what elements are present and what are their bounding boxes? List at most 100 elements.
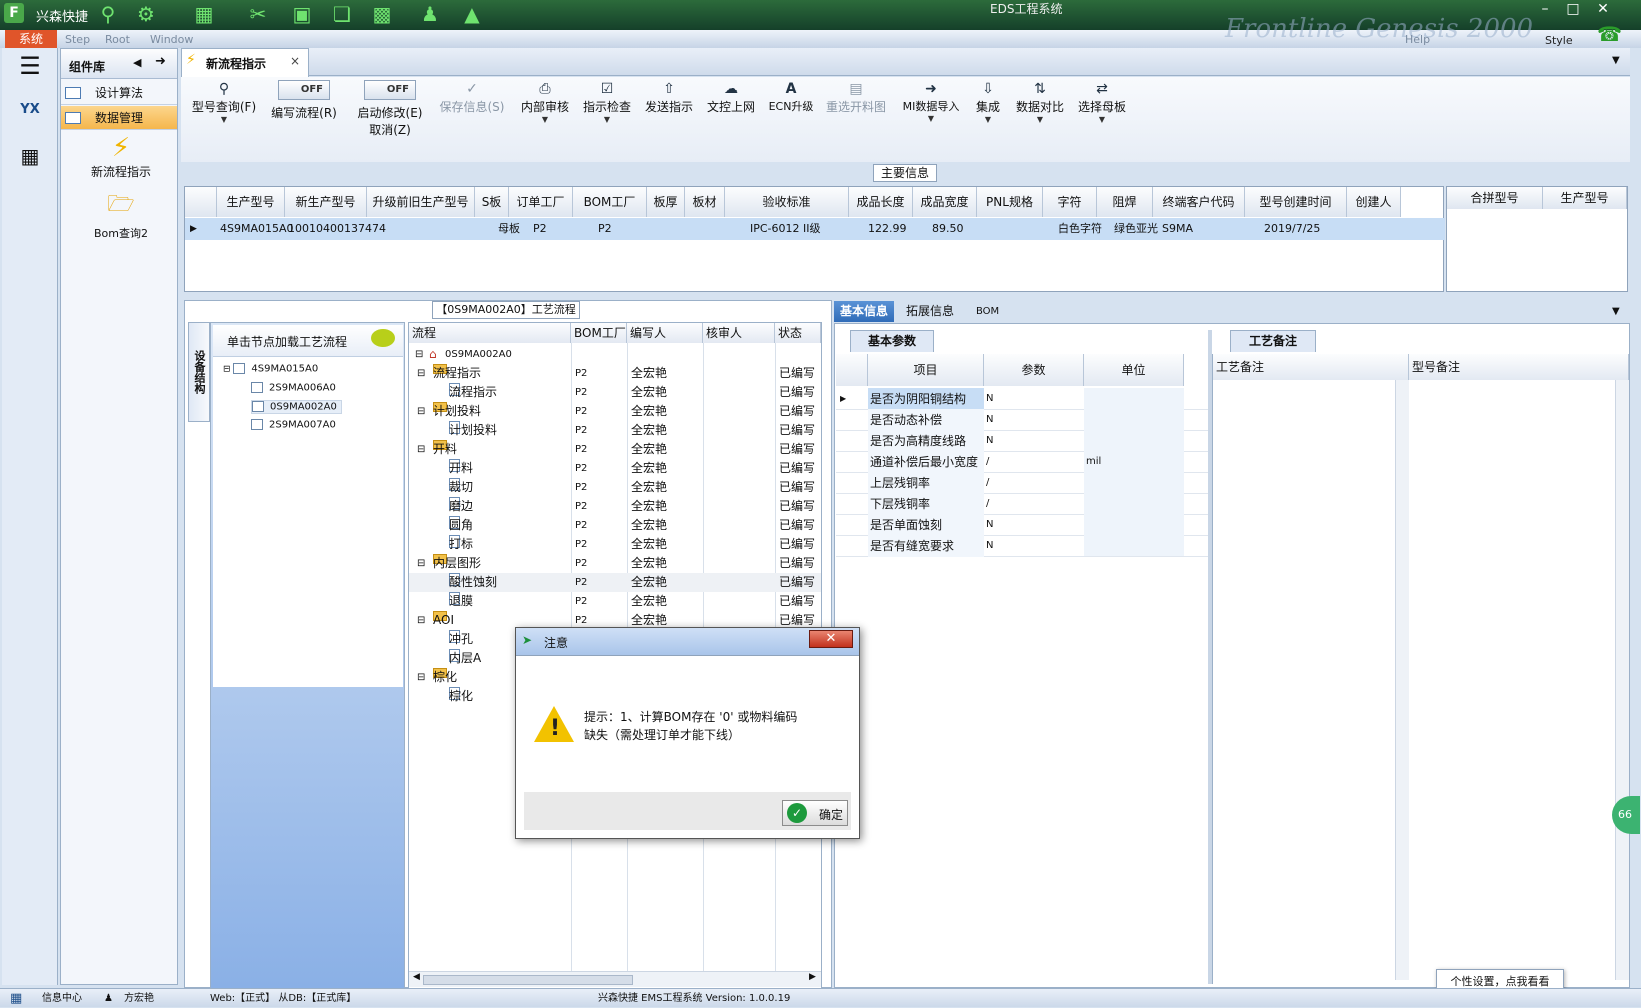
param-value[interactable]: / bbox=[986, 451, 989, 473]
flow-row[interactable]: 裁切 P2 全宏艳 已编写 bbox=[409, 478, 821, 497]
column-header[interactable]: 单位 bbox=[1084, 354, 1184, 386]
status-info-center[interactable]: 信息中心 bbox=[42, 989, 82, 1008]
edit-flow-toggle[interactable]: OFF 编写流程(R) bbox=[264, 80, 344, 121]
column-header[interactable]: 流程 bbox=[409, 323, 571, 343]
param-value[interactable]: / bbox=[986, 472, 989, 494]
ok-button[interactable]: ✓ 确定 bbox=[782, 800, 848, 826]
toggle-switch[interactable]: OFF bbox=[278, 80, 330, 100]
column-header[interactable]: BOM工厂 bbox=[571, 323, 627, 343]
column-header[interactable]: 参数 bbox=[984, 354, 1084, 386]
tab-close-icon[interactable]: × bbox=[290, 54, 300, 68]
tab-bom[interactable]: BOM bbox=[970, 301, 1005, 322]
cancel-label[interactable]: 取消(Z) bbox=[350, 121, 430, 138]
vertical-tab-structure[interactable]: 设备结构 bbox=[188, 322, 210, 422]
table-cell[interactable]: S9MA bbox=[1159, 218, 1193, 240]
flow-root-row[interactable]: ⊟ ⌂ 0S9MA002A0 bbox=[409, 345, 821, 364]
param-row[interactable]: 是否单面蚀刻 N bbox=[836, 514, 1208, 536]
expand-icon[interactable]: ⊟ bbox=[417, 668, 425, 687]
table-cell[interactable]: 4S9MA015A0 bbox=[217, 218, 294, 240]
table-cell[interactable]: 2019/7/25 bbox=[1261, 218, 1320, 240]
horizontal-scrollbar[interactable]: ◀ ▶ bbox=[409, 971, 821, 987]
tree-node[interactable]: 2S9MA007A0 bbox=[251, 419, 336, 431]
tree-node-selected[interactable]: 0S9MA002A0 bbox=[251, 400, 342, 414]
column-header[interactable]: 验收标准 bbox=[725, 187, 849, 217]
settings-icon[interactable]: ⚙ bbox=[134, 2, 158, 26]
tab-basic-info[interactable]: 基本信息 bbox=[834, 301, 895, 322]
column-header[interactable]: 成品长度 bbox=[849, 187, 913, 217]
scissors-icon[interactable]: ✂ bbox=[246, 2, 270, 26]
param-value[interactable]: N bbox=[986, 409, 993, 431]
phone-icon[interactable]: ☎ bbox=[1597, 22, 1622, 46]
param-row[interactable]: 上层残铜率 / bbox=[836, 472, 1208, 494]
mi-import-button[interactable]: ➜ MI数据导入 ▼ bbox=[896, 80, 966, 123]
expand-icon[interactable]: ⊟ bbox=[415, 345, 423, 364]
param-value[interactable]: N bbox=[986, 430, 993, 452]
vertical-scrollbar[interactable] bbox=[1615, 380, 1629, 980]
ecn-upgrade-button[interactable]: A ECN升级 bbox=[765, 80, 817, 114]
chevron-down-icon[interactable]: ▼ bbox=[1612, 55, 1620, 66]
menu-item[interactable]: Help bbox=[1405, 33, 1430, 46]
column-header[interactable]: 生产型号 bbox=[1543, 187, 1627, 209]
reselect-drawing-button[interactable]: ▤ 重选开料图 bbox=[823, 80, 889, 115]
dialog-close-button[interactable]: ✕ bbox=[809, 630, 853, 648]
param-row[interactable]: ▶ 是否为阴阳铜结构 N bbox=[836, 388, 1208, 410]
column-header[interactable]: 订单工厂 bbox=[509, 187, 573, 217]
save-info-button[interactable]: ✓ 保存信息(S) bbox=[436, 80, 508, 115]
table-cell[interactable]: P2 bbox=[530, 218, 547, 240]
column-header[interactable]: 项目 bbox=[868, 354, 984, 386]
bom-query-shortcut[interactable]: 🗁 Bom查询2 bbox=[71, 187, 171, 241]
tab-extended-info[interactable]: 拓展信息 bbox=[900, 301, 960, 322]
flow-row[interactable]: 圆角 P2 全宏艳 已编写 bbox=[409, 516, 821, 535]
column-header[interactable]: 阻焊 bbox=[1097, 187, 1153, 217]
checkbox[interactable] bbox=[252, 401, 264, 412]
start-modify-toggle[interactable]: OFF 启动修改(E) 取消(Z) bbox=[350, 80, 430, 138]
column-header[interactable]: 升级前旧生产型号 bbox=[367, 187, 475, 217]
new-flow-indicator-shortcut[interactable]: ⚡ 新流程指示 bbox=[71, 133, 171, 180]
user-icon[interactable]: ♟ bbox=[418, 2, 442, 26]
component-item-data-management[interactable]: 数据管理 bbox=[61, 106, 177, 130]
column-header[interactable]: 终端客户代码 bbox=[1153, 187, 1245, 217]
tree-node[interactable]: ⊟ 4S9MA015A0 bbox=[223, 363, 318, 375]
param-value[interactable]: N bbox=[986, 535, 993, 557]
send-indicator-button[interactable]: ⇧ 发送指示 bbox=[641, 80, 697, 115]
collapse-left-icon[interactable]: ◀ bbox=[133, 56, 141, 69]
menu-item[interactable]: Window bbox=[150, 33, 193, 46]
table-cell[interactable]: IPC-6012 II级 bbox=[747, 218, 821, 240]
column-header[interactable]: 板厚 bbox=[647, 187, 685, 217]
table-icon[interactable]: ▩ bbox=[370, 2, 394, 26]
table-cell[interactable]: 母板 bbox=[495, 218, 520, 240]
search-icon[interactable]: ⚲ bbox=[96, 2, 120, 26]
table-cell[interactable]: 白色字符 bbox=[1055, 218, 1102, 240]
column-header[interactable]: 新生产型号 bbox=[285, 187, 367, 217]
param-value[interactable]: / bbox=[986, 493, 989, 515]
grid-icon[interactable]: ▦ bbox=[192, 2, 216, 26]
flow-row[interactable]: ⊟ 开料 P2 全宏艳 已编写 bbox=[409, 440, 821, 459]
flow-row[interactable]: 开料 P2 全宏艳 已编写 bbox=[409, 459, 821, 478]
param-row[interactable]: 是否动态补偿 N bbox=[836, 409, 1208, 431]
doc-upload-button[interactable]: ☁ 文控上网 bbox=[703, 80, 759, 115]
expand-icon[interactable]: ⊟ bbox=[417, 440, 425, 459]
select-mother-board-button[interactable]: ⇄ 选择母板 ▼ bbox=[1074, 80, 1130, 124]
film-icon[interactable]: ▣ bbox=[290, 2, 314, 26]
column-header[interactable]: S板 bbox=[475, 187, 509, 217]
expand-icon[interactable]: ⊟ bbox=[417, 554, 425, 573]
chevron-down-icon[interactable]: ▼ bbox=[1612, 306, 1620, 317]
column-header[interactable]: 型号备注 bbox=[1409, 354, 1629, 380]
param-row[interactable]: 通道补偿后最小宽度 / mil bbox=[836, 451, 1208, 473]
column-header[interactable]: BOM工厂 bbox=[573, 187, 647, 217]
column-header[interactable]: 生产型号 bbox=[217, 187, 285, 217]
toggle-switch[interactable]: OFF bbox=[364, 80, 416, 100]
indicator-check-button[interactable]: ☑ 指示检查 ▼ bbox=[579, 80, 635, 124]
flow-row[interactable]: 计划投料 P2 全宏艳 已编写 bbox=[409, 421, 821, 440]
checkbox[interactable] bbox=[251, 382, 263, 393]
menu-item[interactable]: Step bbox=[65, 33, 90, 46]
flow-row[interactable]: 打标 P2 全宏艳 已编写 bbox=[409, 535, 821, 554]
table-cell[interactable]: 绿色亚光 bbox=[1111, 218, 1158, 240]
column-header[interactable]: PNL规格 bbox=[977, 187, 1043, 217]
factory-icon[interactable]: YX bbox=[14, 94, 46, 126]
chart-icon[interactable]: ▲ bbox=[460, 2, 484, 26]
vertical-scrollbar[interactable] bbox=[1395, 380, 1409, 980]
tree-node[interactable]: 2S9MA006A0 bbox=[251, 382, 336, 394]
table-cell[interactable]: 89.50 bbox=[929, 218, 964, 240]
param-row[interactable]: 是否有缝宽要求 N bbox=[836, 535, 1208, 557]
